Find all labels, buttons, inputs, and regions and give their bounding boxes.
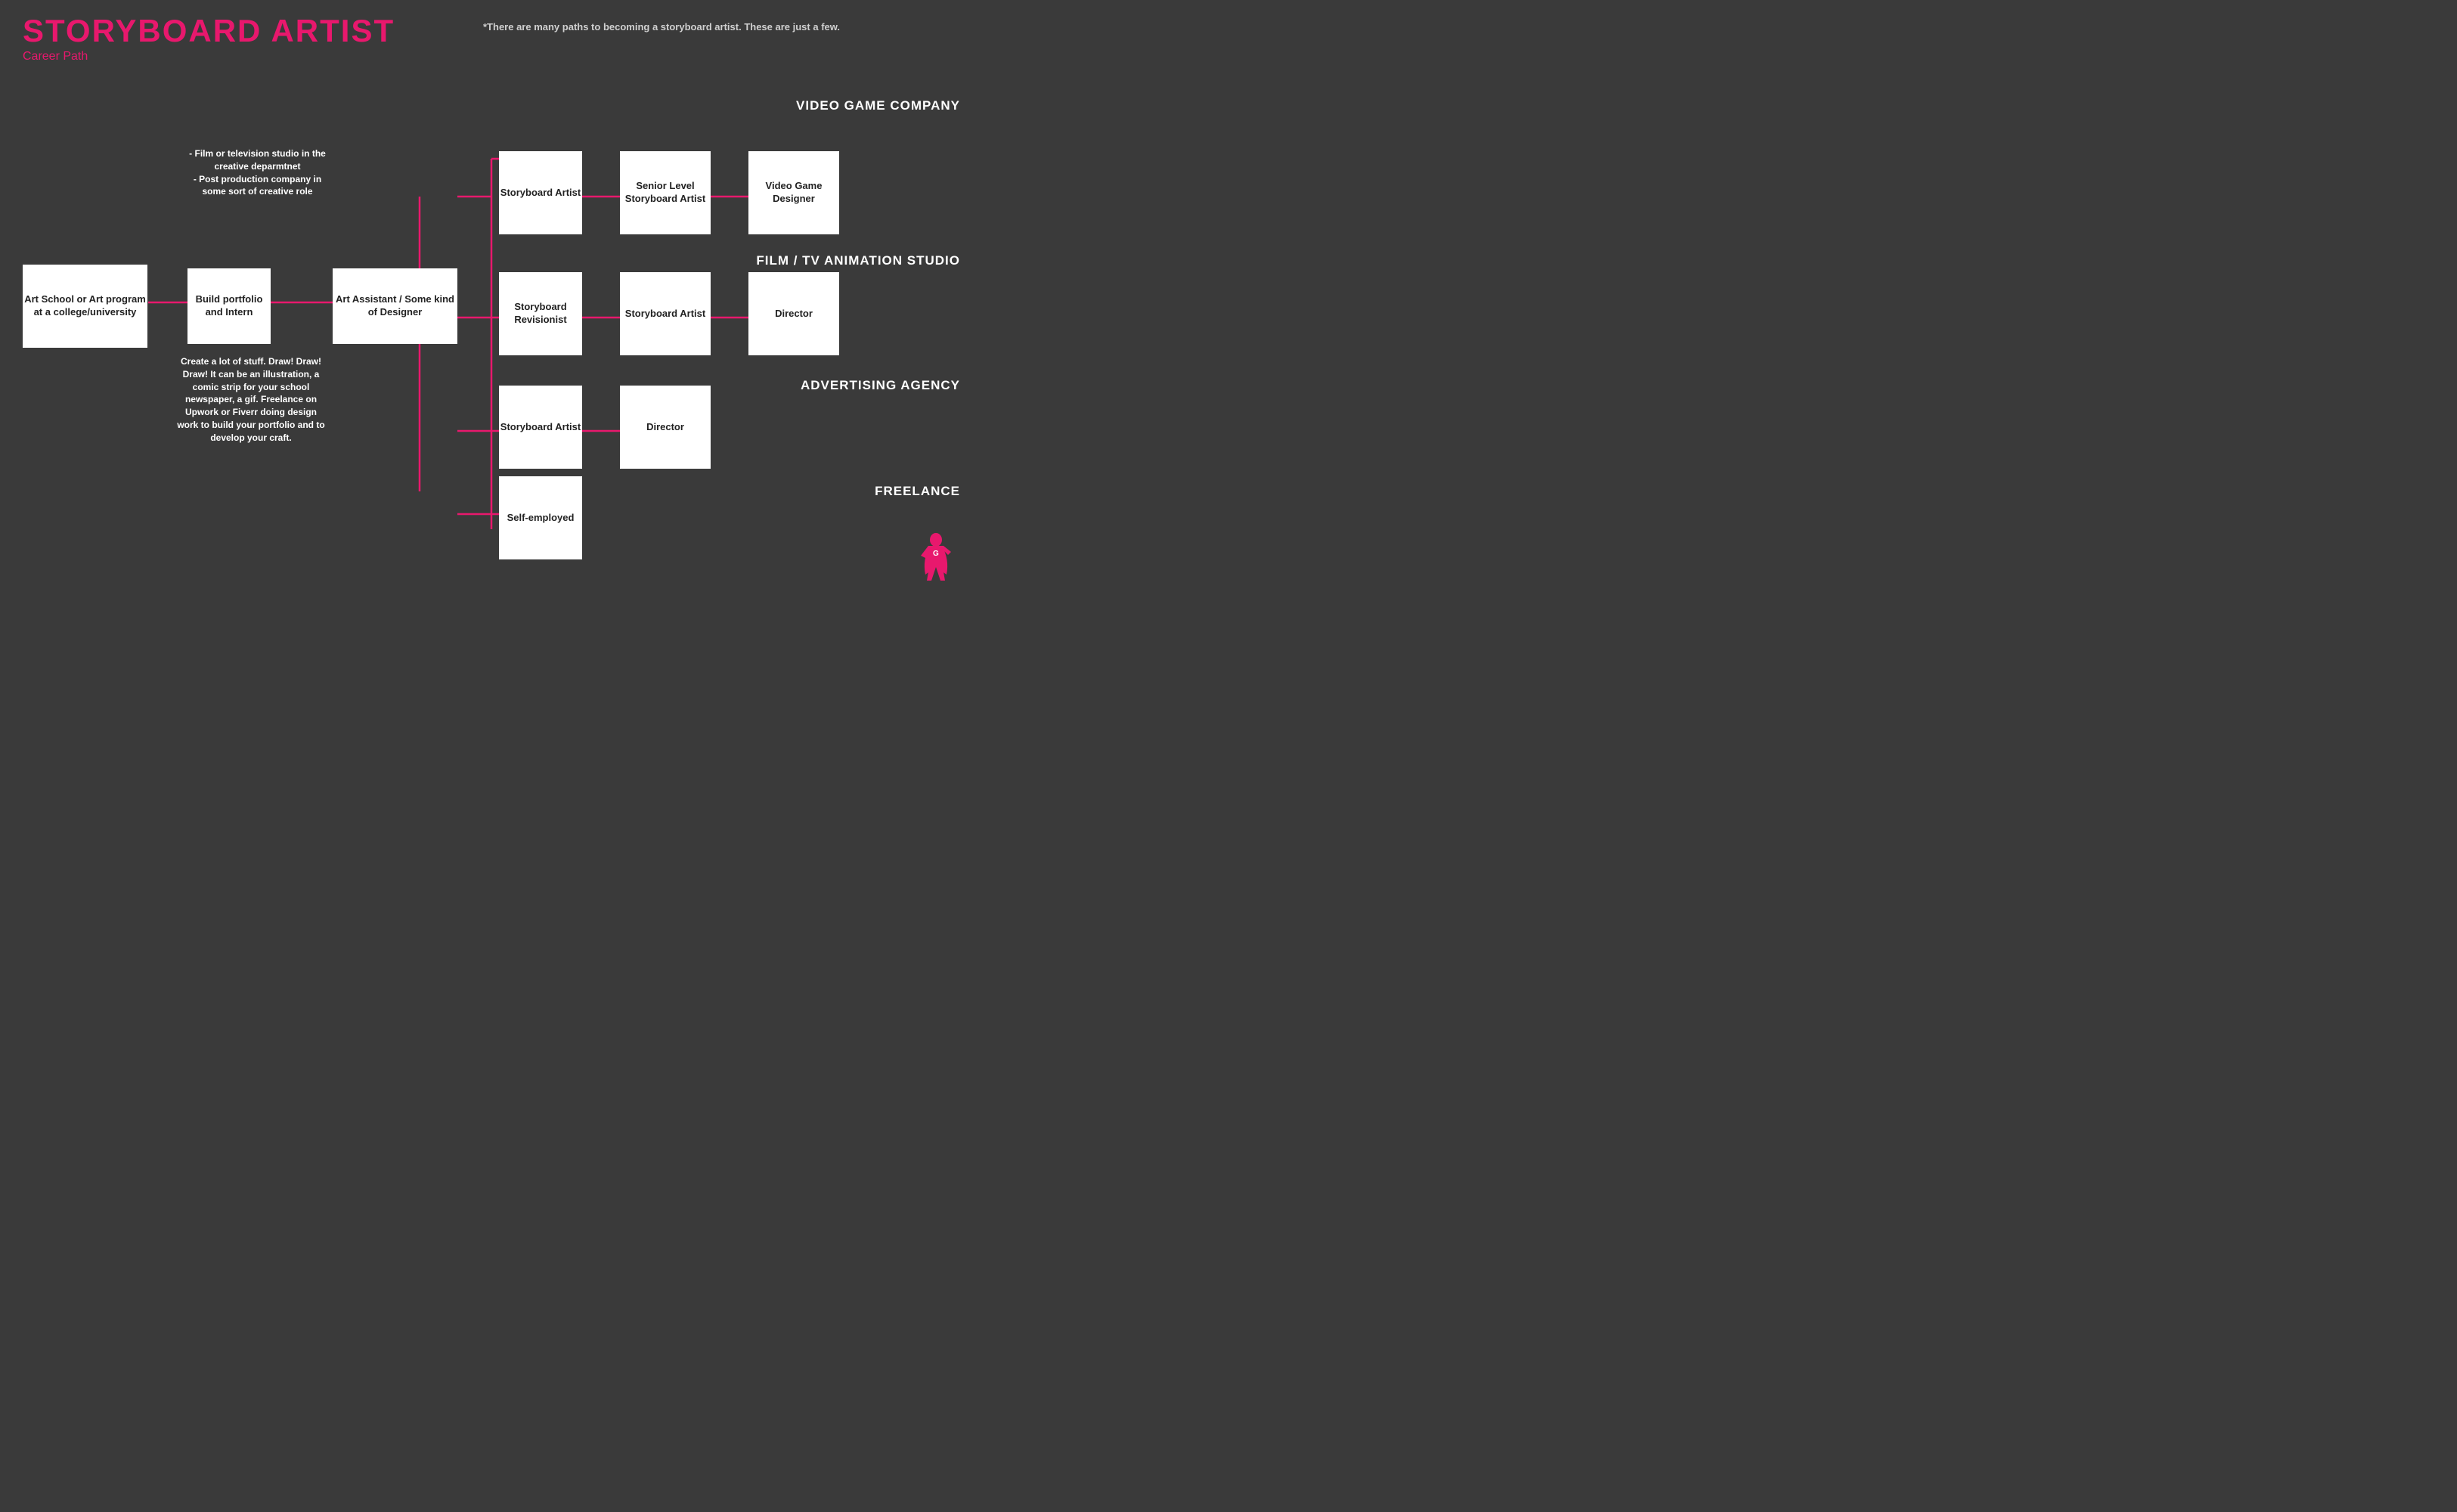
- page-subtitle: Career Path: [23, 50, 395, 64]
- vg-designer-box: Video Game Designer: [748, 151, 839, 234]
- sb-artist-vg-box: Storyboard Artist: [499, 151, 582, 234]
- freelance-section-label: FREELANCE: [875, 484, 960, 499]
- build-portfolio-box: Build portfolio and Intern: [187, 268, 271, 344]
- header-section: STORYBOARD ARTIST Career Path: [23, 15, 395, 64]
- advertising-section-label: ADVERTISING AGENCY: [801, 378, 960, 393]
- hero-icon: G: [915, 529, 960, 582]
- video-game-section-label: VIDEO GAME COMPANY: [796, 98, 960, 113]
- svg-text:G: G: [933, 550, 939, 558]
- page-title: STORYBOARD ARTIST: [23, 15, 395, 47]
- lower-annotation: Create a lot of stuff. Draw! Draw! Draw!…: [175, 355, 327, 445]
- senior-sb-box: Senior Level Storyboard Artist: [620, 151, 711, 234]
- disclaimer-text: *There are many paths to becoming a stor…: [363, 21, 960, 33]
- art-assistant-box: Art Assistant / Some kind of Designer: [333, 268, 457, 344]
- sb-artist-ad-box: Storyboard Artist: [499, 386, 582, 469]
- self-employed-box: Self-employed: [499, 476, 582, 559]
- sb-artist-film-box: Storyboard Artist: [620, 272, 711, 355]
- director-ad-box: Director: [620, 386, 711, 469]
- upper-annotation: - Film or television studio in the creat…: [187, 147, 327, 198]
- director-film-box: Director: [748, 272, 839, 355]
- film-tv-section-label: FILM / TV ANIMATION STUDIO: [756, 253, 960, 268]
- sb-revisionist-box: Storyboard Revisionist: [499, 272, 582, 355]
- art-school-box: Art School or Art program at a college/u…: [23, 265, 147, 348]
